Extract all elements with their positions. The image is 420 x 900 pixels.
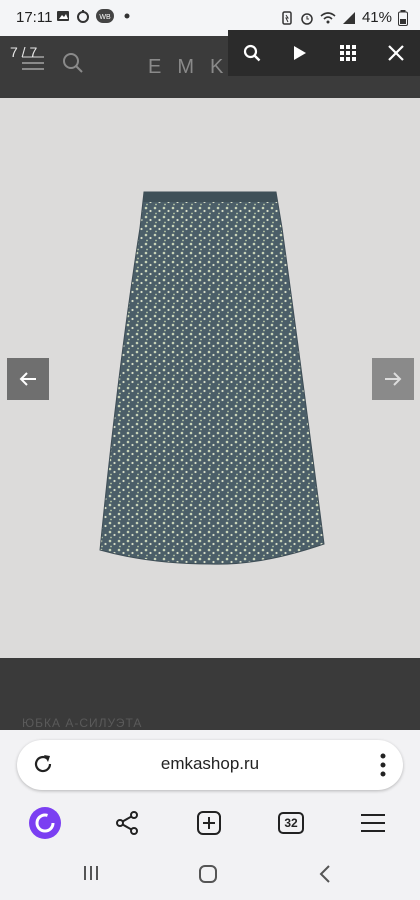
site-search-icon	[63, 53, 83, 73]
hamburger-icon	[361, 814, 385, 832]
battery-percent: 41%	[361, 9, 392, 26]
recent-apps-button[interactable]	[82, 864, 100, 882]
home-button[interactable]	[198, 864, 218, 884]
more-vert-icon[interactable]	[379, 752, 387, 778]
wb-icon: WB	[96, 9, 114, 23]
menu-button[interactable]	[356, 806, 390, 840]
image-icon	[57, 11, 69, 21]
tabs-button[interactable]: 32	[274, 806, 308, 840]
status-time: 17:11	[16, 9, 53, 26]
next-image-button[interactable]	[372, 358, 414, 400]
back-button[interactable]	[318, 864, 332, 884]
battery-icon	[398, 9, 408, 26]
prev-image-button[interactable]	[7, 358, 49, 400]
share-icon	[116, 811, 138, 835]
zoom-icon	[243, 44, 261, 62]
browser-toolbar: 32	[0, 796, 420, 848]
lightbox-toolbar	[228, 30, 420, 76]
address-bar[interactable]: emkashop.ru	[17, 740, 403, 790]
skirt-image[interactable]	[0, 98, 420, 658]
timer-icon	[77, 10, 89, 23]
svg-text:WB: WB	[99, 14, 111, 21]
alice-button[interactable]	[28, 806, 62, 840]
image-stage	[0, 98, 420, 658]
plus-box-icon	[197, 811, 221, 835]
zoom-button[interactable]	[228, 30, 276, 76]
new-tab-button[interactable]	[192, 806, 226, 840]
arrow-left-icon	[19, 372, 36, 386]
tab-count: 32	[278, 812, 304, 834]
share-button[interactable]	[110, 806, 144, 840]
close-icon	[388, 45, 404, 61]
battery-saver-icon	[282, 10, 292, 25]
grid-icon	[340, 45, 356, 61]
close-button[interactable]	[372, 30, 420, 76]
alice-icon	[29, 807, 61, 839]
alarm-icon	[301, 12, 313, 25]
slideshow-button[interactable]	[276, 30, 324, 76]
signal-icon	[342, 11, 355, 24]
image-counter: 7 / 7	[10, 44, 38, 60]
dot-icon	[124, 13, 130, 19]
thumbnails-button[interactable]	[324, 30, 372, 76]
product-title: ЮБКА А-СИЛУЭТА	[22, 716, 143, 730]
play-icon	[294, 46, 306, 60]
arrow-right-icon	[385, 372, 402, 386]
url-text: emkashop.ru	[160, 754, 260, 773]
wifi-icon	[320, 11, 336, 23]
android-nav-bar	[0, 848, 420, 900]
